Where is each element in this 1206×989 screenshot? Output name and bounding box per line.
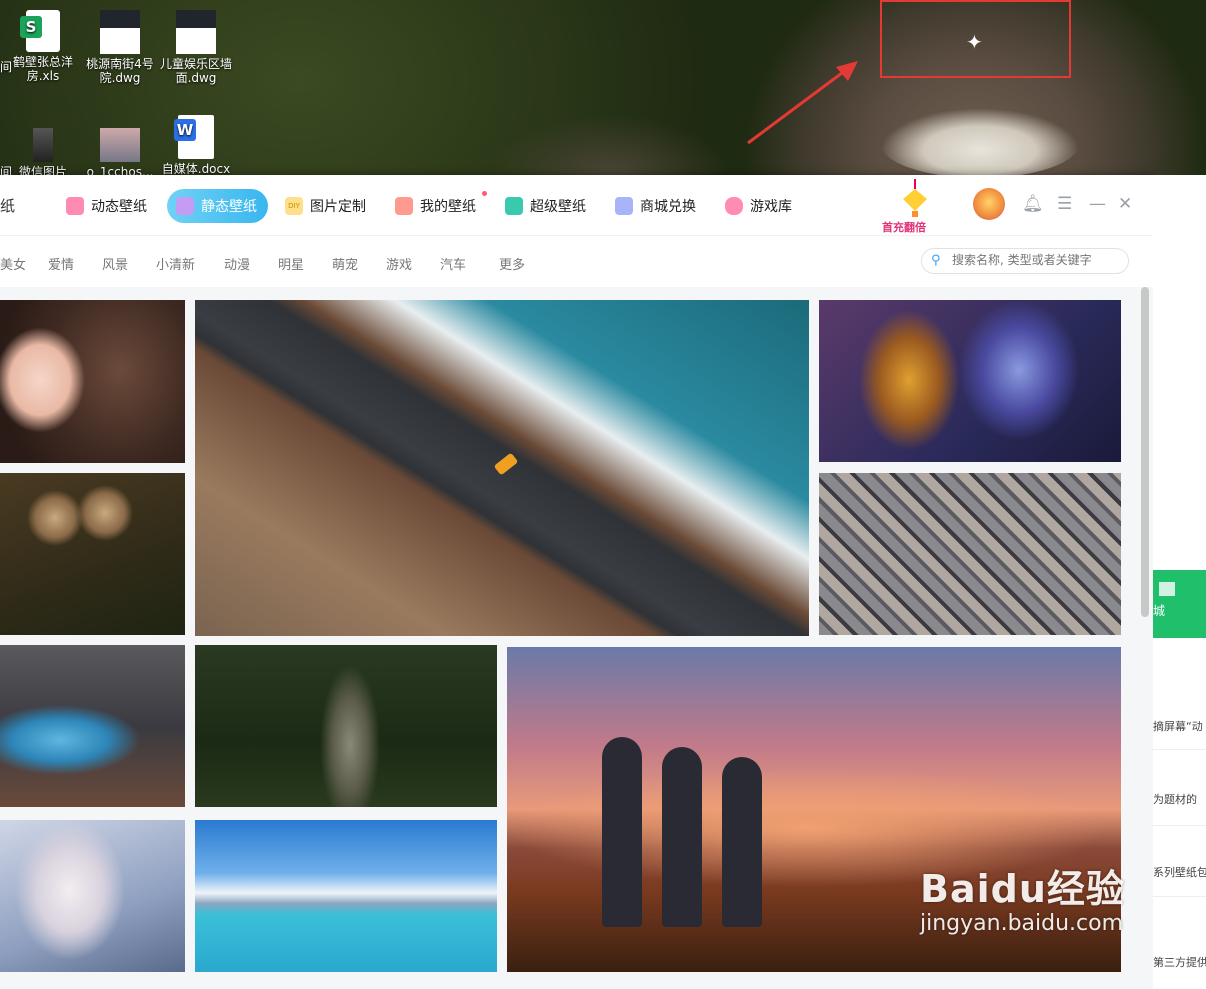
user-avatar[interactable]: [973, 188, 1005, 220]
category-item[interactable]: 风景: [102, 254, 128, 273]
word-file-icon: W: [174, 115, 214, 159]
nav-label: 游戏库: [750, 199, 792, 215]
baidu-watermark: Baidu经验 jingyan.baidu.com: [920, 858, 1125, 936]
star-icon: [505, 197, 523, 215]
wallpaper-thumb-game-heroes[interactable]: [819, 300, 1121, 462]
nav-static-wallpaper[interactable]: 静态壁纸: [167, 189, 268, 223]
search-icon[interactable]: ⚲: [931, 253, 941, 268]
wallpaper-thumb-portrait[interactable]: [0, 300, 185, 463]
wallpaper-thumb-city-aerial[interactable]: [819, 473, 1121, 635]
nav-label: 图片定制: [310, 199, 366, 215]
nav-super-wallpaper[interactable]: 超级壁纸: [505, 189, 586, 223]
desktop-icon-image[interactable]: 微信图片: [6, 128, 80, 179]
diy-icon: DIY: [285, 197, 303, 215]
nav-label: 静态壁纸: [201, 199, 257, 215]
nav-my-wallpaper[interactable]: 我的壁纸: [395, 189, 476, 223]
bag-icon: [1159, 582, 1175, 596]
page-text: 为题材的: [1153, 793, 1197, 806]
app-top-bar: 纸 动态壁纸 静态壁纸 DIY 图片定制 我的壁纸 超级壁纸 商城兑换 游戏库: [0, 175, 1153, 235]
desktop-icon-label: 桃源南街4号 院.dwg: [86, 57, 154, 85]
desktop-icon-label: 鹤壁张总洋 房.xls: [12, 55, 73, 83]
play-icon: [66, 197, 84, 215]
wallpaper-thumb-sea-mountains[interactable]: [195, 820, 497, 972]
dwg-file-icon: [176, 10, 216, 54]
desktop-icon-dwg[interactable]: 儿童娱乐区墙 面.dwg: [159, 10, 233, 85]
promo-text: 首充翻倍: [882, 221, 926, 234]
figure-silhouette: [602, 737, 642, 927]
category-item[interactable]: 小清新: [156, 254, 195, 273]
lantern-icon: [903, 179, 927, 217]
page-text: 系列壁纸包: [1153, 866, 1206, 879]
first-recharge-promo[interactable]: 首充翻倍: [880, 179, 940, 234]
figure-silhouette: [662, 747, 702, 927]
category-item[interactable]: 明星: [278, 254, 304, 273]
category-item[interactable]: 萌宠: [332, 254, 358, 273]
wallpaper-thumb-sportscar[interactable]: [0, 645, 185, 807]
app-logo-text: 纸: [0, 197, 16, 215]
annotation-arrow-icon: [747, 61, 858, 145]
desktop-icon-docx[interactable]: W 自媒体.docx: [159, 115, 233, 176]
divider: [1153, 896, 1206, 897]
wallpaper-thumb-owls[interactable]: [0, 473, 185, 635]
nav-custom-image[interactable]: DIY 图片定制: [285, 189, 366, 223]
nav-label: 超级壁纸: [530, 199, 586, 215]
watermark-brand: Baidu经验: [920, 867, 1125, 911]
desktop-icon-image[interactable]: o_1cchos...: [83, 128, 157, 179]
search-box: ⚲: [921, 248, 1129, 274]
search-input[interactable]: [950, 252, 1124, 268]
divider: [1153, 825, 1206, 826]
category-item[interactable]: 动漫: [224, 254, 250, 273]
category-item[interactable]: 汽车: [440, 254, 466, 273]
store-side-label: 城: [1153, 604, 1166, 618]
nav-label: 商城兑换: [640, 199, 696, 215]
wallpaper-thumb-coastal-road[interactable]: [195, 300, 809, 636]
notification-dot: [482, 191, 487, 196]
image-file-icon: [100, 128, 140, 162]
bell-icon[interactable]: 🔔︎: [1022, 195, 1044, 213]
gamepad-icon: [725, 197, 743, 215]
nav-label: 我的壁纸: [420, 199, 476, 215]
image-file-icon: [33, 128, 53, 162]
page-text: 第三方提供: [1153, 956, 1206, 969]
wallpaper-thumb-forest-shrine[interactable]: [195, 645, 497, 807]
category-item[interactable]: 美女: [0, 254, 26, 273]
close-icon[interactable]: ✕: [1118, 195, 1132, 213]
watermark-url: jingyan.baidu.com: [920, 911, 1124, 936]
scrollbar[interactable]: [1141, 287, 1149, 617]
dwg-file-icon: [100, 10, 140, 54]
figure-silhouette: [722, 757, 762, 927]
desktop-icon-label: 儿童娱乐区墙 面.dwg: [159, 57, 232, 85]
nav-game-library[interactable]: 游戏库: [725, 189, 792, 223]
minimize-icon[interactable]: —: [1089, 195, 1106, 213]
category-more[interactable]: 更多: [499, 254, 525, 273]
menu-icon[interactable]: ☰: [1057, 195, 1072, 213]
store-side-tab[interactable]: 城: [1153, 570, 1206, 638]
user-icon: [395, 197, 413, 215]
desktop-icon-xls[interactable]: S 鹤壁张总洋 房.xls: [6, 10, 80, 83]
nav-store-exchange[interactable]: 商城兑换: [615, 189, 696, 223]
image-icon: [176, 197, 194, 215]
wallpaper-owl: [880, 108, 1080, 178]
category-item[interactable]: 爱情: [48, 254, 74, 273]
shopping-bag-icon: [615, 197, 633, 215]
bone-icon[interactable]: ✦: [966, 30, 983, 54]
category-bar: 美女 爱情 风景 小清新 动漫 明星 萌宠 游戏 汽车 更多 ⚲: [0, 235, 1153, 288]
category-item[interactable]: 游戏: [386, 254, 412, 273]
background-webpage: 城 摘屏幕“动 为题材的 系列壁纸包 第三方提供: [1153, 175, 1206, 989]
page-text: 摘屏幕“动: [1153, 720, 1203, 733]
divider: [1153, 749, 1206, 750]
nav-label: 动态壁纸: [91, 199, 147, 215]
nav-dynamic-wallpaper[interactable]: 动态壁纸: [66, 189, 147, 223]
car-mark: [493, 452, 519, 476]
desktop-icon-dwg[interactable]: 桃源南街4号 院.dwg: [83, 10, 157, 85]
desktop-icon-label: 自媒体.docx: [161, 162, 231, 176]
wallpaper-thumb-anime-catgirl[interactable]: [0, 820, 185, 972]
excel-file-icon: S: [20, 10, 60, 52]
